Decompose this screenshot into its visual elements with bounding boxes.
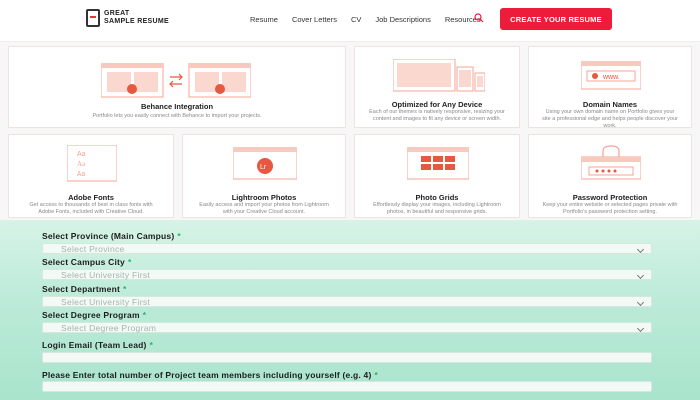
degree-label: Select Degree Program * xyxy=(42,310,147,320)
devices-illustration xyxy=(393,59,485,92)
chevron-down-icon xyxy=(636,245,645,254)
search-icon[interactable] xyxy=(474,13,484,23)
lightroom-badge: Lr xyxy=(260,164,267,171)
logo-line-2: SAMPLE RESUME xyxy=(104,18,169,25)
feature-desc: Easily access and import your photos fro… xyxy=(199,202,329,215)
city-label: Select Campus City * xyxy=(42,257,132,267)
required-marker: * xyxy=(123,284,127,294)
nav-resume[interactable]: Resume xyxy=(250,15,278,24)
feature-desc: Keep your entire website or selected pag… xyxy=(542,202,678,215)
feature-desc: Portfolio lets you easily connect with B… xyxy=(92,113,262,119)
registration-form: Select Province (Main Campus) * Select Pr… xyxy=(0,220,700,400)
feature-title: Domain Names xyxy=(582,100,638,109)
adobe-fonts-illustration: Aa Aa Aa xyxy=(67,145,117,182)
required-marker: * xyxy=(142,310,147,320)
required-marker: * xyxy=(374,370,379,380)
nav-cv[interactable]: CV xyxy=(351,15,361,24)
feature-title: Lightroom Photos xyxy=(231,193,297,202)
main-nav: Resume Cover Letters CV Job Descriptions… xyxy=(250,15,495,24)
department-label: Select Department * xyxy=(42,284,127,294)
logo-icon xyxy=(86,9,100,27)
feature-card-photo-grids: Photo Grids Effortlessly display your im… xyxy=(354,134,520,218)
feature-desc: Using your own domain name on Portfolio … xyxy=(542,109,678,128)
lock-illustration xyxy=(581,145,641,180)
department-placeholder: Select University First xyxy=(61,297,151,307)
chevron-down-icon xyxy=(636,271,645,280)
login-email-input[interactable] xyxy=(42,352,652,363)
features-section: Behance Integration Portfolio lets you e… xyxy=(0,42,700,220)
lightroom-illustration: Lr xyxy=(233,147,297,180)
font-sample: Aa xyxy=(77,160,86,168)
feature-desc: Effortlessly display your images, includ… xyxy=(373,202,501,215)
photo-grids-illustration xyxy=(407,147,469,180)
feature-title: Adobe Fonts xyxy=(68,193,114,202)
logo-line-1: GREAT xyxy=(104,10,130,17)
feature-title: Optimized for Any Device xyxy=(391,100,483,109)
feature-desc: Get access to thousands of best in class… xyxy=(29,202,153,215)
province-select[interactable]: Select Province xyxy=(42,243,652,254)
degree-placeholder: Select Degree Program xyxy=(61,323,157,333)
team-members-input[interactable] xyxy=(42,381,652,392)
site-logo[interactable]: GREAT SAMPLE RESUME xyxy=(86,9,169,27)
province-placeholder: Select Province xyxy=(61,244,125,254)
email-label: Login Email (Team Lead) * xyxy=(42,340,154,350)
required-marker: * xyxy=(127,257,132,267)
chevron-down-icon xyxy=(636,298,645,307)
feature-desc: Each of our themes is natively responsiv… xyxy=(369,109,505,122)
font-sample: Aa xyxy=(77,151,86,158)
feature-card-password: Password Protection Keep your entire web… xyxy=(528,134,692,218)
site-header: GREAT SAMPLE RESUME Resume Cover Letters… xyxy=(0,0,700,42)
feature-card-adobe-fonts: Aa Aa Aa Adobe Fonts Get access to thous… xyxy=(8,134,174,218)
feature-card-lightroom: Lr Lightroom Photos Easily access and im… xyxy=(182,134,346,218)
department-select[interactable]: Select University First xyxy=(42,296,652,307)
members-label: Please Enter total number of Project tea… xyxy=(42,370,379,380)
feature-title: Photo Grids xyxy=(415,193,459,202)
required-marker: * xyxy=(149,340,154,350)
create-resume-button[interactable]: CREATE YOUR RESUME xyxy=(500,8,612,30)
province-label: Select Province (Main Campus) * xyxy=(42,231,181,241)
degree-select[interactable]: Select Degree Program xyxy=(42,322,652,333)
feature-card-devices: Optimized for Any Device Each of our the… xyxy=(354,46,520,128)
feature-card-domain: www. Domain Names Using your own domain … xyxy=(528,46,692,128)
chevron-down-icon xyxy=(636,324,645,333)
behance-illustration xyxy=(101,63,251,98)
feature-title: Password Protection xyxy=(572,193,648,202)
nav-job-descriptions[interactable]: Job Descriptions xyxy=(375,15,430,24)
feature-title: Behance Integration xyxy=(140,102,214,111)
font-sample: Aa xyxy=(77,171,85,179)
domain-illustration: www. xyxy=(581,61,641,90)
campus-city-select[interactable]: Select University First xyxy=(42,269,652,280)
domain-badge: www. xyxy=(602,74,620,81)
required-marker: * xyxy=(177,231,181,241)
city-placeholder: Select University First xyxy=(61,270,151,280)
feature-card-behance: Behance Integration Portfolio lets you e… xyxy=(8,46,346,128)
nav-cover-letters[interactable]: Cover Letters xyxy=(292,15,337,24)
